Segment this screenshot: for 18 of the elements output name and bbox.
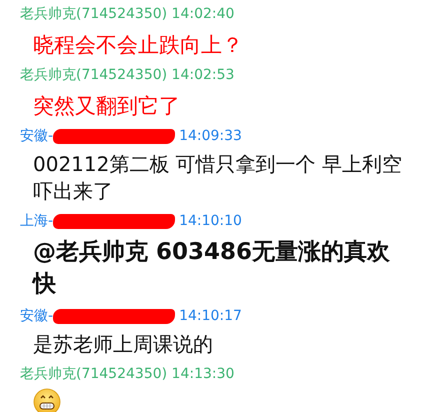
message-text: @老兵帅克 603486无量涨的真欢快 bbox=[31, 238, 392, 299]
message-time: 14:02:40 bbox=[172, 5, 234, 24]
sender-name: 安徽- bbox=[20, 307, 54, 326]
sender-name: 上海- bbox=[20, 212, 54, 231]
sender-name: 老兵帅克(714524350) bbox=[20, 5, 168, 24]
sender-name: 老兵帅克(714524350) bbox=[20, 66, 168, 85]
message-text: 晓程会不会止跌向上？ bbox=[32, 32, 244, 59]
sender-name: 老兵帅克(714524350) bbox=[20, 365, 168, 384]
message-text: 是苏老师上周课说的 bbox=[32, 331, 214, 358]
grin-emoji-icon bbox=[33, 388, 61, 412]
message-text: 002112第二板 可惜只拿到一个 早上利空吓出来了 bbox=[32, 151, 404, 205]
message-text: 突然又翻到它了 bbox=[32, 93, 181, 120]
message-time: 14:10:10 bbox=[179, 212, 242, 231]
message-time: 14:09:33 bbox=[179, 127, 242, 146]
message-time: 14:02:53 bbox=[172, 66, 234, 85]
sender-name: 安徽- bbox=[20, 127, 54, 146]
message-time: 14:10:17 bbox=[179, 307, 242, 326]
message-time: 14:13:30 bbox=[172, 365, 234, 384]
